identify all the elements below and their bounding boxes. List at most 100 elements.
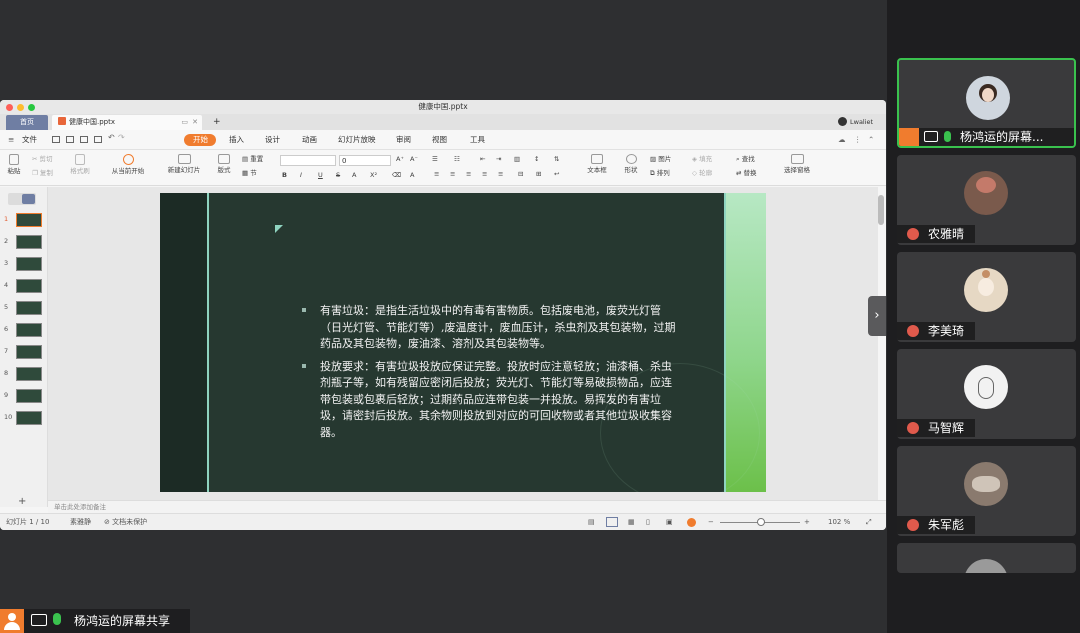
slide-text-block[interactable]: 有害垃圾：是指生活垃圾中的有毒有害物质。包括废电池，废荧光灯管（日光灯管、节能灯… — [300, 303, 678, 441]
copy-button[interactable]: ❐ 复制 — [32, 169, 53, 177]
notes-pane[interactable]: 单击此处添加备注 — [48, 500, 886, 513]
section-button[interactable]: ▦ 节 — [242, 169, 257, 177]
clear-format-icon[interactable]: ⌫ — [392, 171, 401, 179]
menu-item-view[interactable]: 视图 — [432, 134, 447, 146]
line-spacing-icon[interactable]: ↕ — [534, 155, 539, 163]
bullet-list-icon[interactable]: ☰ — [432, 155, 438, 163]
align-right-icon[interactable]: ≡ — [466, 170, 471, 178]
textbox-button[interactable]: 文本框 — [582, 154, 612, 174]
participant-tile[interactable]: 李美琦 — [897, 252, 1076, 342]
paste-button[interactable]: 粘贴 — [4, 154, 24, 175]
slide-thumbnail[interactable] — [16, 301, 42, 315]
add-tab-button[interactable]: + — [207, 115, 227, 130]
menu-item-tools[interactable]: 工具 — [470, 134, 485, 146]
slide-thumbnail[interactable] — [16, 323, 42, 337]
notes-toggle-icon[interactable]: ▤ — [588, 518, 595, 527]
menu-item-design[interactable]: 设计 — [265, 134, 280, 146]
fit-window-icon[interactable]: ⤢ — [866, 518, 872, 527]
strikethrough-icon[interactable]: S — [336, 171, 340, 179]
reading-view-icon[interactable]: ▯ — [646, 518, 650, 527]
add-slide-button[interactable]: + — [18, 497, 26, 507]
print-preview-icon[interactable] — [94, 136, 102, 143]
slide-thumbnail[interactable] — [16, 411, 42, 425]
picture-button[interactable]: ▨ 图片 — [650, 155, 671, 163]
redo-icon[interactable]: ↷ — [118, 133, 125, 142]
slide-thumbnail[interactable] — [16, 235, 42, 249]
format-painter-button[interactable]: 格式刷 — [68, 154, 92, 175]
menu-item-slideshow[interactable]: 幻灯片放映 — [338, 134, 376, 146]
align-left-icon[interactable]: ≡ — [434, 170, 439, 178]
replace-button[interactable]: ⇄ 替换 — [736, 169, 757, 177]
menu-item-insert[interactable]: 插入 — [229, 134, 244, 146]
tab-home[interactable]: 首页 — [6, 115, 48, 130]
participant-tile[interactable]: 朱军彪 — [897, 446, 1076, 536]
save-icon[interactable] — [66, 136, 74, 143]
wrap-icon[interactable]: ↩ — [554, 170, 559, 178]
italic-icon[interactable]: I — [300, 171, 302, 179]
zoom-in-icon[interactable]: + — [804, 518, 810, 527]
normal-view-icon[interactable] — [606, 517, 618, 527]
panel-view-toggle[interactable] — [8, 193, 36, 205]
tab-document[interactable]: 健康中国.pptx ▭ ✕ — [52, 115, 202, 130]
fill-button[interactable]: ◈ 填充 — [692, 155, 712, 163]
zoom-out-icon[interactable]: − — [708, 518, 714, 527]
slide-thumbnail[interactable] — [16, 257, 42, 271]
smart-art-icon[interactable]: ⊞ — [536, 170, 541, 178]
reset-button[interactable]: ▤ 重置 — [242, 155, 263, 163]
menu-item-animation[interactable]: 动画 — [302, 134, 317, 146]
font-color-icon[interactable]: A — [352, 171, 356, 179]
increase-font-icon[interactable]: A⁺ — [396, 155, 404, 163]
text-direction-icon[interactable]: ⇅ — [554, 155, 559, 163]
more-icon[interactable]: ⋮ — [854, 134, 862, 146]
tab-close-icon[interactable]: ✕ — [192, 115, 198, 130]
play-slideshow-icon[interactable] — [687, 518, 696, 527]
font-name-select[interactable] — [280, 155, 336, 166]
menu-item-start[interactable]: 开始 — [193, 134, 208, 146]
increase-indent-icon[interactable]: ⇥ — [496, 155, 501, 163]
participant-tile[interactable]: 马智辉 — [897, 349, 1076, 439]
participant-tile-partial[interactable] — [897, 543, 1076, 573]
slide-thumbnail[interactable] — [16, 279, 42, 293]
open-folder-icon[interactable] — [52, 136, 60, 143]
decrease-font-icon[interactable]: A⁻ — [410, 155, 418, 163]
selection-pane-button[interactable]: 选择窗格 — [780, 154, 814, 174]
vertical-scrollbar[interactable] — [878, 195, 884, 225]
slide-thumbnail[interactable] — [16, 345, 42, 359]
align-center-icon[interactable]: ≡ — [450, 170, 455, 178]
font-size-select[interactable]: 0 — [339, 155, 391, 166]
find-button[interactable]: ⌕ 查找 — [736, 155, 755, 163]
collapse-ribbon-icon[interactable]: ⌃ — [868, 134, 874, 146]
justify-icon[interactable]: ≡ — [482, 170, 487, 178]
slide-sorter-icon[interactable]: ▦ — [628, 518, 635, 527]
slide-thumbnail[interactable] — [16, 367, 42, 381]
bold-icon[interactable]: B — [282, 171, 287, 179]
underline-icon[interactable]: U — [318, 171, 323, 179]
thumbnail-view-icon[interactable] — [22, 194, 35, 204]
distribute-icon[interactable]: ≡ — [498, 170, 503, 178]
presenter-view-icon[interactable]: ▣ — [666, 518, 673, 527]
new-slide-button[interactable]: 新建幻灯片 — [160, 154, 208, 174]
shape-button[interactable]: 形状 — [618, 154, 644, 174]
share-icon[interactable]: ☁ — [838, 134, 846, 146]
align-text-icon[interactable]: ⊟ — [518, 170, 523, 178]
participant-tile-active[interactable]: 杨鸿运的屏幕... — [897, 58, 1076, 148]
zoom-slider-thumb[interactable] — [757, 518, 765, 526]
participant-tile[interactable]: 农雅晴 — [897, 155, 1076, 245]
decrease-indent-icon[interactable]: ⇤ — [480, 155, 485, 163]
collapse-sidebar-button[interactable]: › — [868, 296, 886, 336]
slide-thumbnail-selected[interactable] — [16, 213, 42, 227]
numbered-list-icon[interactable]: ☷ — [454, 155, 460, 163]
superscript-icon[interactable]: X² — [370, 171, 377, 179]
cut-button[interactable]: ✂ 剪切 — [32, 155, 53, 163]
print-icon[interactable] — [80, 136, 88, 143]
hamburger-menu-icon[interactable]: ≡ — [8, 134, 14, 146]
menu-item-review[interactable]: 审阅 — [396, 134, 411, 146]
user-avatar[interactable] — [838, 117, 847, 126]
menu-file[interactable]: 文件 — [22, 134, 37, 146]
slide-thumbnail[interactable] — [16, 389, 42, 403]
text-highlight-icon[interactable]: A — [410, 171, 414, 179]
outline-button[interactable]: ◇ 轮廓 — [692, 169, 712, 177]
slide-canvas[interactable]: 有害垃圾：是指生活垃圾中的有毒有害物质。包括废电池，废荧光灯管（日光灯管、节能灯… — [160, 193, 766, 492]
arrange-button[interactable]: ⧉ 排列 — [650, 169, 670, 177]
play-from-current-button[interactable]: 从当前开始 — [104, 154, 152, 175]
